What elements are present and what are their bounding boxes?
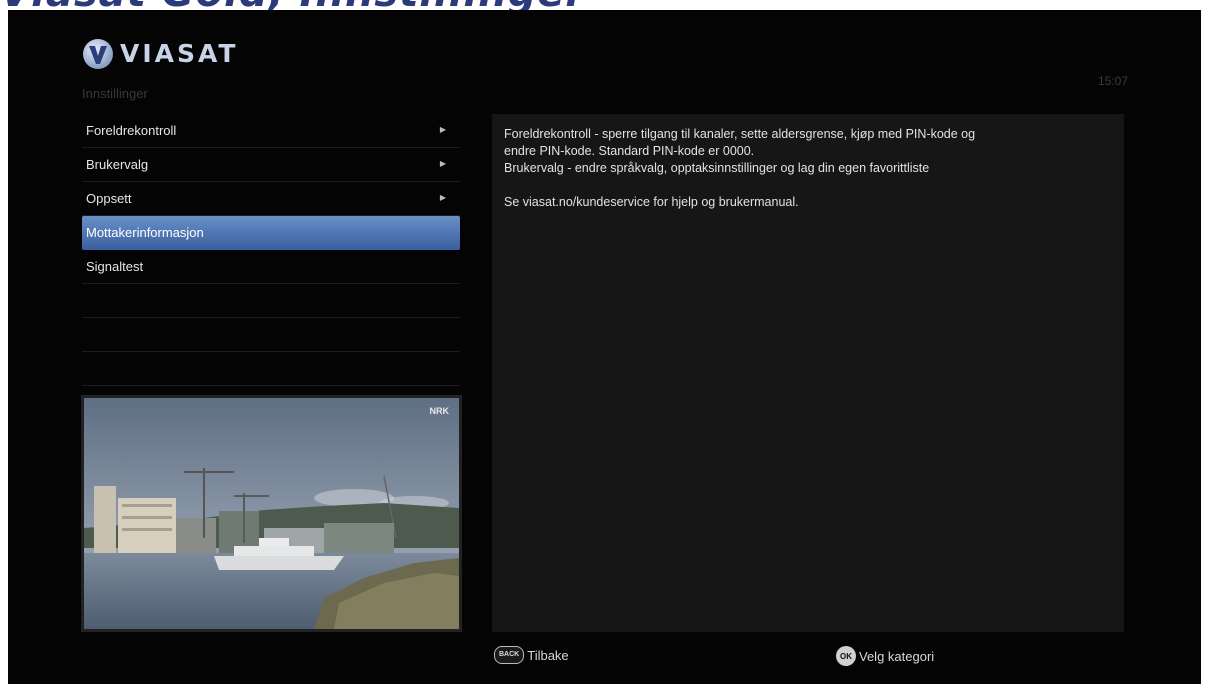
- menu-item-mottakerinformasjon[interactable]: Mottakerinformasjon: [82, 216, 460, 250]
- top-strip: Viasat Gold, Innstillinger: [0, 0, 1208, 10]
- menu-item-signaltest[interactable]: Signaltest: [82, 250, 460, 284]
- menu-item-label: Oppsett: [86, 191, 132, 206]
- chevron-right-icon: ▶: [439, 159, 446, 168]
- back-hint[interactable]: BACK Tilbake: [494, 646, 569, 664]
- menu-item-label: Brukervalg: [86, 157, 149, 172]
- back-hint-label: Tilbake: [527, 647, 569, 663]
- menu-item-brukervalg[interactable]: Brukervalg ▶: [82, 148, 460, 182]
- menu-item-empty: [82, 352, 460, 386]
- menu-item-empty: [82, 318, 460, 352]
- menu-item-label: Mottakerinformasjon: [86, 225, 204, 240]
- chevron-right-icon: ▶: [439, 125, 446, 134]
- menu-item-foreldrekontroll[interactable]: Foreldrekontroll ▶: [82, 114, 460, 148]
- live-tv-preview: NRK: [81, 395, 462, 632]
- channel-logo: NRK: [429, 406, 450, 416]
- ok-hint-label: Velg kategori: [859, 648, 935, 664]
- info-text-line: endre PIN-kode. Standard PIN-kode er 000…: [504, 144, 755, 158]
- viasat-v-icon: [83, 39, 113, 69]
- info-panel: Foreldrekontroll - sperre tilgang til ka…: [492, 114, 1124, 632]
- menu-item-label: Signaltest: [86, 259, 144, 274]
- top-strip-text: Viasat Gold, Innstillinger: [0, 0, 586, 10]
- info-text-line: Foreldrekontroll - sperre tilgang til ka…: [504, 127, 976, 141]
- harbor-scene-image: [84, 398, 459, 629]
- info-text-line: Brukervalg - endre språkvalg, opptaksinn…: [504, 161, 930, 175]
- settings-menu: Foreldrekontroll ▶ Brukervalg ▶ Oppsett …: [82, 114, 460, 386]
- back-key-icon: BACK: [494, 646, 525, 664]
- ok-key-icon: OK: [836, 646, 856, 666]
- footer-hints: BACK Tilbake OK Velg kategori: [8, 646, 1201, 670]
- ok-hint[interactable]: OK Velg kategori: [836, 646, 934, 666]
- menu-item-label: Foreldrekontroll: [86, 123, 177, 138]
- clock: 15:07: [1097, 74, 1128, 88]
- viasat-logo: VIASAT: [82, 38, 238, 70]
- page-title: Innstillinger: [82, 86, 148, 101]
- info-text-line: Se viasat.no/kundeservice for hjelp og b…: [504, 195, 799, 209]
- tv-screen: VIASAT Innstillinger 15:07 Foreldrekontr…: [8, 10, 1201, 684]
- menu-item-empty: [82, 284, 460, 318]
- chevron-right-icon: ▶: [439, 193, 446, 202]
- menu-item-oppsett[interactable]: Oppsett ▶: [82, 182, 460, 216]
- brand-wordmark: VIASAT: [120, 39, 239, 68]
